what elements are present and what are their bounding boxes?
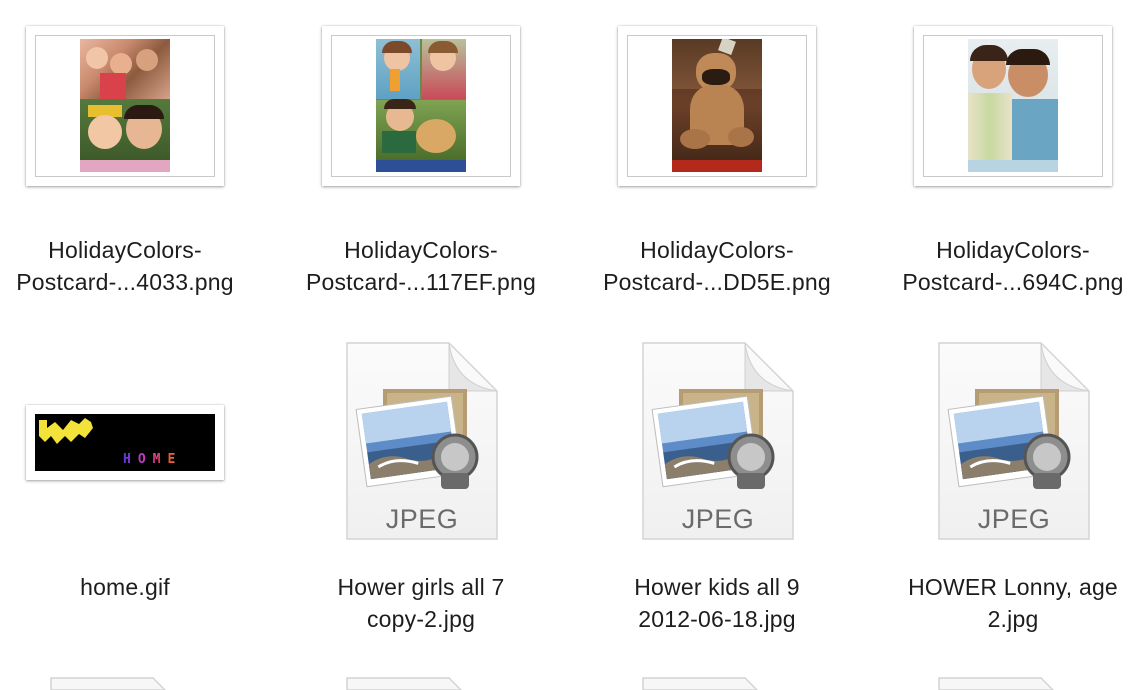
file-item-holidaycolors-4033[interactable]: HolidayColors- Postcard-...4033.png [0,0,296,330]
file-thumbnail[interactable]: HOME [26,405,224,480]
document-icon-partial[interactable] [937,676,1091,690]
jpeg-badge: JPEG [385,504,459,534]
jpeg-document-icon[interactable]: JPEG [937,341,1091,541]
file-thumbnail[interactable] [618,26,816,186]
file-name[interactable]: HOWER Lonny, age 2.jpg [888,571,1138,635]
file-name[interactable]: HolidayColors- Postcard-...694C.png [888,234,1138,298]
file-item-holidaycolors-694c[interactable]: HolidayColors- Postcard-...694C.png [888,0,1146,330]
svg-text:HOME: HOME [123,452,182,467]
file-name[interactable]: HolidayColors- Postcard-...4033.png [0,234,250,298]
file-name[interactable]: Hower girls all 7 copy-2.jpg [296,571,546,635]
file-name[interactable]: Hower kids all 9 2012-06-18.jpg [592,571,842,635]
file-name[interactable]: HolidayColors- Postcard-...DD5E.png [592,234,842,298]
file-name[interactable]: HolidayColors- Postcard-...117EF.png [296,234,546,298]
document-icon-partial[interactable] [345,676,499,690]
file-item-home-gif[interactable] [0,330,296,660]
jpeg-document-icon[interactable]: JPEG [345,341,499,541]
file-item-holidaycolors-117ef[interactable]: HolidayColors- Postcard-...117EF.png [296,0,592,330]
jpeg-document-icon[interactable]: JPEG [641,341,795,541]
jpeg-badge: JPEG [977,504,1051,534]
document-icon-partial[interactable] [641,676,795,690]
file-thumbnail[interactable] [26,26,224,186]
file-name[interactable]: home.gif [0,571,250,603]
file-thumbnail[interactable] [322,26,520,186]
file-item-holidaycolors-dd5e[interactable]: HolidayColors- Postcard-...DD5E.png [592,0,888,330]
file-thumbnail[interactable] [914,26,1112,186]
document-icon-partial[interactable] [49,676,203,690]
jpeg-badge: JPEG [681,504,755,534]
home-logo-icon: HOME [39,418,182,467]
file-grid: HolidayColors- Postcard-...4033.png Holi… [0,0,1146,690]
